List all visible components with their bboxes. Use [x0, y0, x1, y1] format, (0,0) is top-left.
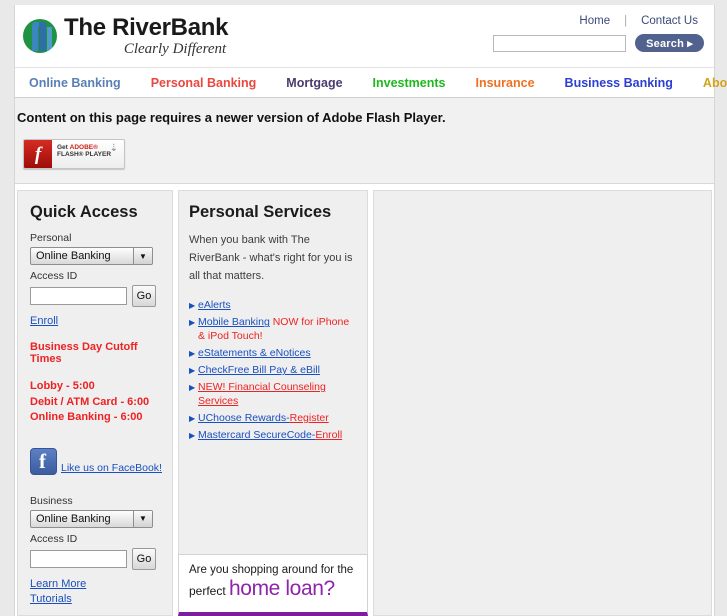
business-login-row: Go [30, 547, 162, 570]
business-access-id-input[interactable] [30, 549, 127, 568]
service-link-uchoose-register[interactable]: Register [290, 412, 329, 424]
service-link-uchoose-rewards[interactable]: UChoose Rewards- [198, 412, 290, 424]
facebook-row: Like us on FaceBook! [30, 447, 162, 475]
personal-service-select-value: Online Banking [36, 250, 111, 262]
flash-logo-glyph: f [34, 143, 42, 165]
nav-item-business-banking[interactable]: Business Banking [565, 76, 673, 90]
nav-item-about-us[interactable]: About Us [703, 76, 727, 90]
nav-item-investments[interactable]: Investments [373, 76, 446, 90]
chevron-down-icon: ▼ [133, 510, 152, 527]
quick-access-title: Quick Access [30, 203, 138, 221]
service-link-mastercard-securecode[interactable]: Mastercard SecureCode- [198, 429, 315, 441]
list-item: ▶ eAlerts [189, 299, 359, 313]
search-input[interactable] [493, 34, 627, 52]
bullet-icon: ▶ [189, 366, 196, 376]
bullet-icon: ▶ [189, 414, 196, 424]
service-link-securecode-enroll[interactable]: Enroll [315, 429, 342, 441]
site-logo[interactable]: The RiverBank Clearly Different [23, 14, 228, 58]
bullet-icon: ▶ [189, 349, 196, 359]
promo-line-1: Are you shopping around for the [189, 563, 354, 576]
cutoff-times-heading: Business Day Cutoff Times [30, 341, 138, 365]
search-button[interactable]: Search ▸ [635, 34, 704, 52]
personal-go-button[interactable]: Go [132, 285, 156, 307]
personal-services-link-list: ▶ eAlerts ▶ Mobile Banking NOW for iPhon… [189, 299, 359, 443]
business-service-select[interactable]: Online Banking ▼ [30, 509, 153, 528]
personal-services-blurb: When you bank with The RiverBank - what'… [189, 234, 353, 282]
business-access-block: Business Online Banking ▼ Access ID Go L… [30, 495, 162, 605]
logo-name: The RiverBank [64, 13, 229, 41]
personal-login-row: Go [30, 285, 162, 307]
quick-access-panel: Quick Access Personal Online Banking ▼ A… [17, 190, 173, 616]
nav-item-online-banking[interactable]: Online Banking [29, 76, 121, 90]
enroll-link[interactable]: Enroll [30, 315, 58, 327]
content-columns: Quick Access Personal Online Banking ▼ A… [15, 184, 714, 616]
list-item: ▶ NEW! Financial Counseling Services [189, 381, 359, 409]
flash-notice-message: Content on this page requires a newer ve… [17, 110, 446, 125]
service-link-estatements[interactable]: eStatements & eNotices [198, 347, 311, 359]
chevron-down-icon: ▼ [133, 248, 152, 264]
list-item: ▶ CheckFree Bill Pay & eBill [189, 364, 359, 378]
home-loan-promo-banner[interactable]: Are you shopping around for the perfect … [178, 553, 368, 616]
personal-access-id-input[interactable] [30, 287, 127, 305]
business-access-id-label: Access ID [30, 532, 78, 545]
service-link-financial-counseling[interactable]: NEW! Financial Counseling Services [198, 381, 326, 407]
download-arrow-icon: ⇣ [109, 143, 118, 154]
flash-badge-adobe-label: ADOBE® [69, 144, 98, 151]
flash-logo-icon: f [24, 140, 52, 168]
list-item: ▶ Mobile Banking NOW for iPhone & iPod T… [189, 316, 359, 344]
business-go-button[interactable]: Go [132, 547, 156, 570]
business-service-select-value: Online Banking [36, 512, 111, 525]
personal-service-select[interactable]: Online Banking ▼ [30, 247, 153, 265]
cutoff-time-online-banking: Online Banking - 6:00 [30, 411, 143, 424]
site-header: The RiverBank Clearly Different Home | C… [15, 5, 714, 68]
promo-line-2-prefix: perfect [189, 583, 230, 598]
logo-tagline: Clearly Different [123, 40, 227, 57]
utility-nav: Home | Contact Us [573, 13, 704, 29]
bullet-icon: ▶ [189, 431, 196, 441]
personal-services-title: Personal Services [189, 203, 332, 221]
utility-nav-separator: | [624, 15, 628, 27]
nav-item-mortgage[interactable]: Mortgage [286, 76, 342, 90]
service-link-ealerts[interactable]: eAlerts [198, 299, 231, 311]
list-item: ▶ Mastercard SecureCode-Enroll [189, 429, 359, 443]
bullet-icon: ▶ [189, 383, 196, 393]
flash-player-notice: Content on this page requires a newer ve… [15, 98, 714, 184]
riverbank-logo-icon [23, 19, 57, 53]
personal-services-panel: Personal Services When you bank with The… [178, 190, 368, 616]
get-adobe-flash-player-button[interactable]: f Get ADOBE® FLASH® PLAYER ⇣ [23, 139, 125, 169]
cutoff-times-list: Lobby - 5:00 Debit / ATM Card - 6:00 Onl… [30, 379, 162, 426]
main-navigation: Online Banking Personal Banking Mortgage… [15, 68, 727, 98]
learn-more-link[interactable]: Learn More [30, 578, 86, 590]
service-link-checkfree-bill-pay[interactable]: CheckFree Bill Pay & eBill [198, 364, 320, 376]
list-item: ▶ eStatements & eNotices [189, 347, 359, 361]
bullet-icon: ▶ [189, 318, 196, 328]
business-section-label: Business [30, 494, 73, 507]
page-container: The RiverBank Clearly Different Home | C… [14, 5, 727, 616]
promo-line-2-highlight: home loan? [229, 576, 335, 600]
cutoff-time-lobby: Lobby - 5:00 [30, 380, 95, 392]
utility-link-home[interactable]: Home [573, 13, 616, 29]
tutorials-link[interactable]: Tutorials [30, 593, 72, 605]
facebook-link[interactable]: Like us on FaceBook! [61, 462, 162, 475]
bullet-icon: ▶ [189, 301, 196, 311]
flash-badge-get-label: Get [57, 144, 70, 151]
nav-item-insurance[interactable]: Insurance [475, 76, 534, 90]
personal-access-id-label: Access ID [30, 270, 78, 282]
facebook-icon[interactable] [30, 447, 57, 475]
list-item: ▶ UChoose Rewards-Register [189, 412, 359, 426]
cutoff-time-debit-atm: Debit / ATM Card - 6:00 [30, 395, 150, 408]
right-content-panel [373, 190, 712, 616]
utility-link-contact-us[interactable]: Contact Us [635, 13, 704, 29]
service-link-mobile-banking[interactable]: Mobile Banking [198, 316, 270, 328]
search-form: Search ▸ [493, 34, 704, 52]
personal-section-label: Personal [30, 232, 72, 244]
nav-item-personal-banking[interactable]: Personal Banking [151, 76, 257, 90]
